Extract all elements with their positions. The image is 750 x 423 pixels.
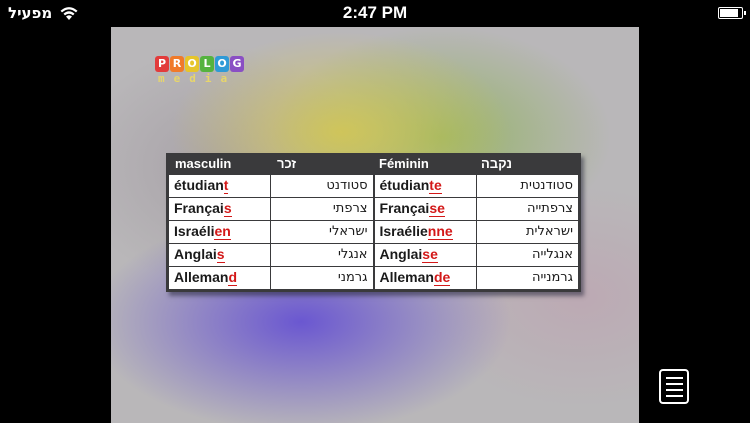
battery-level bbox=[720, 9, 739, 17]
video-frame[interactable]: PROLOG media masculin זכר Féminin נקבה é… bbox=[111, 27, 639, 423]
word-stem: étudian bbox=[174, 177, 224, 193]
word-stem: étudian bbox=[379, 177, 430, 193]
word-suffix: te bbox=[429, 177, 442, 194]
word-suffix: s bbox=[216, 246, 225, 263]
word-suffix: en bbox=[214, 223, 231, 240]
prolog-media-logo: PROLOG media bbox=[155, 56, 244, 85]
feminine-french-cell: Allemande bbox=[374, 267, 476, 289]
feminine-hebrew-cell: גרמנייה bbox=[476, 267, 578, 289]
word-stem: Alleman bbox=[174, 269, 229, 285]
table-row: étudiant סטודנט étudiante סטודנטית bbox=[169, 175, 578, 197]
vocabulary-table: masculin זכר Féminin נקבה étudiant סטודנט… bbox=[166, 153, 581, 292]
feminine-hebrew-cell: צרפתייה bbox=[476, 198, 578, 220]
word-stem: Israéli bbox=[174, 223, 215, 239]
table-row: Anglais אנגלי Anglaise אנגלייה bbox=[169, 244, 578, 266]
word-suffix: t bbox=[223, 177, 229, 194]
logo-letter: G bbox=[230, 56, 244, 72]
logo-letter: O bbox=[185, 56, 199, 72]
word-suffix: de bbox=[433, 269, 451, 286]
table-row: Français צרפתי Française צרפתייה bbox=[169, 198, 578, 220]
table-row: Israélien ישראלי Israélienne ישראלית bbox=[169, 221, 578, 243]
feminine-french-cell: Anglaise bbox=[374, 244, 476, 266]
header-feminine-hebrew: נקבה bbox=[481, 156, 512, 171]
word-suffix: se bbox=[429, 200, 445, 217]
masculine-hebrew-cell: גרמני bbox=[271, 267, 373, 289]
word-stem: Israélie bbox=[379, 223, 428, 239]
table-row: Allemand גרמני Allemande גרמנייה bbox=[169, 267, 578, 289]
word-stem: Françai bbox=[379, 200, 430, 216]
masculine-hebrew-cell: צרפתי bbox=[271, 198, 373, 220]
masculine-french-cell: Anglais bbox=[169, 244, 271, 266]
header-masculine-hebrew: זכר bbox=[277, 156, 297, 171]
word-suffix: se bbox=[422, 246, 438, 263]
word-suffix: d bbox=[228, 269, 238, 286]
word-stem: Anglai bbox=[379, 246, 423, 262]
masculine-french-cell: Israélien bbox=[169, 221, 271, 243]
masculine-french-cell: Allemand bbox=[169, 267, 271, 289]
feminine-french-cell: Israélienne bbox=[374, 221, 476, 243]
feminine-french-cell: étudiante bbox=[374, 175, 476, 197]
list-line bbox=[666, 389, 683, 391]
battery-icon bbox=[718, 7, 746, 19]
word-suffix: s bbox=[223, 200, 232, 217]
masculine-hebrew-cell: סטודנט bbox=[271, 175, 373, 197]
status-time: 2:47 PM bbox=[342, 3, 408, 22]
list-line bbox=[666, 395, 683, 397]
header-feminin: Féminin bbox=[379, 156, 429, 171]
word-stem: Françai bbox=[174, 200, 224, 216]
table-body: étudiant סטודנט étudiante סטודנטית Français צ… bbox=[169, 175, 578, 289]
masculine-french-cell: Français bbox=[169, 198, 271, 220]
word-stem: Anglai bbox=[174, 246, 217, 262]
feminine-hebrew-cell: סטודנטית bbox=[476, 175, 578, 197]
feminine-hebrew-cell: אנגלייה bbox=[476, 244, 578, 266]
feminine-hebrew-cell: ישראלית bbox=[476, 221, 578, 243]
table-header: masculin זכר Féminin נקבה bbox=[169, 153, 578, 175]
status-bar: מפעיל 2:47 PM bbox=[0, 0, 750, 27]
logo-letter: L bbox=[200, 56, 214, 72]
masculine-hebrew-cell: ישראלי bbox=[271, 221, 373, 243]
header-masculin: masculin bbox=[175, 156, 232, 171]
list-line bbox=[666, 377, 683, 379]
logo-letter: R bbox=[170, 56, 184, 72]
masculine-hebrew-cell: אנגלי bbox=[271, 244, 373, 266]
logo-letter: P bbox=[155, 56, 169, 72]
feminine-french-cell: Française bbox=[374, 198, 476, 220]
logo-subtitle: media bbox=[158, 72, 237, 85]
list-line bbox=[666, 383, 683, 385]
word-stem: Alleman bbox=[379, 269, 434, 285]
word-suffix: nne bbox=[427, 223, 453, 240]
list-icon[interactable] bbox=[659, 369, 689, 404]
logo-letter: O bbox=[215, 56, 229, 72]
masculine-french-cell: étudiant bbox=[169, 175, 271, 197]
logo-wordmark: PROLOG bbox=[155, 56, 244, 72]
